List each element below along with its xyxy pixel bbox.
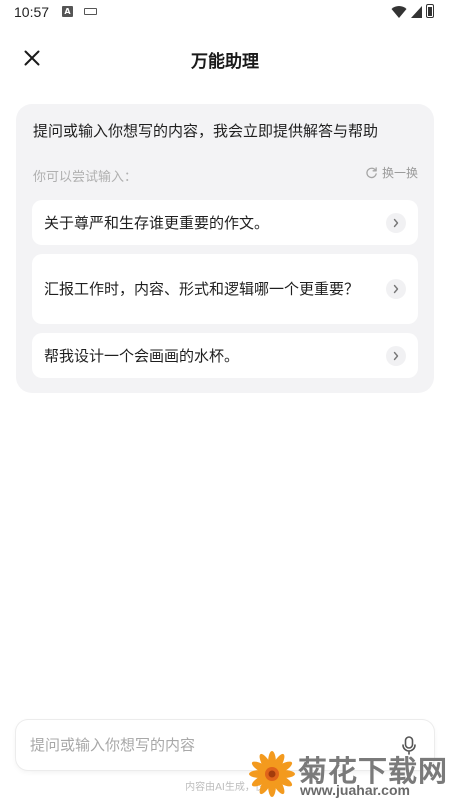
suggestion-text: 汇报工作时，内容、形式和逻辑哪一个更重要？ — [44, 280, 360, 298]
page-title: 万能助理 — [191, 52, 259, 72]
refresh-button[interactable]: 换一换 — [365, 164, 418, 181]
status-bar: 10:57 A — [0, 0, 450, 26]
suggestion-item[interactable]: 关于尊严和生存谁更重要的作文。 — [32, 200, 418, 245]
flower-logo-icon — [249, 751, 295, 797]
wifi-icon — [391, 6, 407, 19]
refresh-label: 换一换 — [381, 166, 418, 180]
suggestion-panel: 提问或输入你想写的内容，我会立即提供解答与帮助 你可以尝试输入： 换一换 关于尊… — [16, 104, 434, 393]
signal-icon — [411, 6, 422, 18]
chevron-right-icon — [386, 212, 406, 233]
chevron-right-icon — [386, 345, 406, 366]
suggestion-item[interactable]: 帮我设计一个会画画的水杯。 — [32, 333, 418, 378]
status-time: 10:57 — [14, 4, 50, 20]
suggestion-text: 关于尊严和生存谁更重要的作文。 — [44, 213, 270, 232]
watermark-url: www.juahar.com — [300, 782, 410, 798]
keyboard-icon — [84, 8, 97, 15]
app-notification-icon: A — [62, 6, 73, 17]
chevron-right-icon — [386, 279, 406, 299]
watermark: 菊花下载网 www.juahar.com — [246, 748, 450, 800]
suggestion-text: 帮我设计一个会画画的水杯。 — [44, 346, 240, 365]
hint-label: 你可以尝试输入： — [33, 170, 138, 185]
suggestion-item[interactable]: 汇报工作时，内容、形式和逻辑哪一个更重要？ — [32, 254, 418, 324]
battery-icon — [426, 4, 434, 18]
refresh-icon — [366, 167, 377, 179]
intro-text: 提问或输入你想写的内容，我会立即提供解答与帮助 — [33, 122, 379, 140]
